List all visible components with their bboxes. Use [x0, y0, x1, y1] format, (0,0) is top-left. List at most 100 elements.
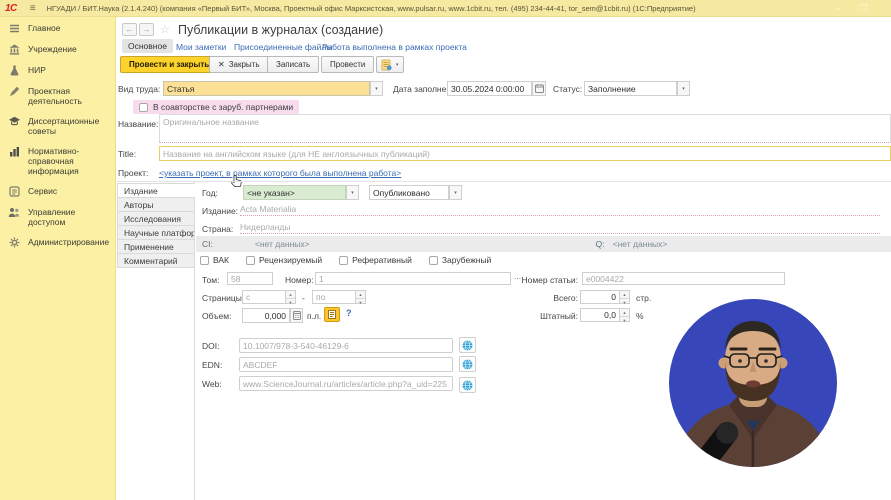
- presenter-portrait: [669, 299, 837, 467]
- web-globe-icon[interactable]: [459, 377, 476, 393]
- tab-my-notes[interactable]: Мои заметки: [176, 42, 226, 52]
- flag-vak: ВАК: [200, 255, 229, 265]
- staff-spinner[interactable]: ▲ ▼: [620, 308, 630, 323]
- users-icon: [8, 206, 20, 218]
- page-title: Публикации в журналах (создание): [178, 23, 384, 37]
- sidebar-item-administration[interactable]: Администрирование: [0, 231, 115, 252]
- total-spinner[interactable]: ▲ ▼: [620, 290, 630, 305]
- vak-checkbox[interactable]: [200, 255, 209, 265]
- project-link[interactable]: <указать проект, в рамках которого была …: [159, 168, 401, 178]
- calculator-icon[interactable]: [290, 308, 303, 323]
- work-type-field[interactable]: Статья: [163, 81, 370, 96]
- status-field[interactable]: Заполнение: [584, 81, 677, 96]
- coauthor-checkbox[interactable]: [139, 102, 148, 112]
- print-menu-button[interactable]: ▾: [376, 56, 404, 73]
- 1c-logo: 1С: [5, 2, 17, 14]
- tab-main[interactable]: Основное: [122, 39, 173, 53]
- subtab-authors[interactable]: Авторы: [117, 197, 195, 212]
- abstracted-checkbox[interactable]: [339, 255, 349, 265]
- doi-input[interactable]: 10.1007/978-3-540-46129-6: [239, 338, 453, 353]
- peer-reviewed-checkbox[interactable]: [246, 255, 256, 265]
- back-button[interactable]: ←: [122, 23, 137, 36]
- total-input[interactable]: 0: [580, 290, 620, 304]
- subtab-edition[interactable]: Издание: [117, 183, 195, 198]
- issue-input[interactable]: 1: [315, 272, 511, 285]
- work-type-dropdown-icon[interactable]: ▾: [370, 81, 383, 96]
- sidebar-item-nir[interactable]: НИР: [0, 59, 115, 80]
- graduation-cap-icon: [8, 115, 20, 127]
- ci-label: CI:: [202, 239, 213, 249]
- edn-label: EDN:: [202, 360, 223, 370]
- volume-suffix: п.л.: [307, 311, 322, 321]
- flag-abstracted: Реферативный: [339, 255, 412, 265]
- minimize-icon[interactable]: –: [836, 3, 841, 13]
- published-dropdown-icon[interactable]: ▾: [449, 185, 462, 200]
- sidebar-item-institution[interactable]: Учреждение: [0, 38, 115, 59]
- ci-value: <нет данных>: [254, 239, 310, 249]
- webcam-overlay: [669, 299, 837, 467]
- sidebar-item-reference-info[interactable]: Нормативно-справочная информация: [0, 140, 115, 180]
- dropdown-icon: ▾: [396, 61, 399, 68]
- pages-dash: -: [302, 293, 305, 303]
- published-field[interactable]: Опубликовано: [369, 185, 449, 200]
- fill-date-field[interactable]: 30.05.2024 0:00:00: [447, 81, 532, 96]
- work-type-label: Вид труда:: [118, 84, 161, 94]
- sidebar-item-service[interactable]: Сервис: [0, 180, 115, 201]
- mouse-cursor: [231, 174, 242, 192]
- gear-icon: [8, 236, 20, 248]
- pages-from-spinner[interactable]: ▲ ▼: [286, 290, 296, 305]
- post-and-close-button[interactable]: Провести и закрыть: [120, 56, 219, 73]
- recalculate-button[interactable]: [324, 307, 340, 322]
- year-field[interactable]: <не указан>: [243, 185, 346, 200]
- status-dropdown-icon[interactable]: ▾: [677, 81, 690, 96]
- title-en-input[interactable]: Название на английском языке (для НЕ анг…: [159, 146, 891, 161]
- tab-attached-files[interactable]: Присоединенные файлы: [234, 42, 332, 52]
- sidebar-item-main[interactable]: Главное: [0, 17, 115, 38]
- pages-label: Страницы:: [202, 293, 245, 303]
- tab-work-within-project[interactable]: Работа выполнена в рамках проекта: [322, 42, 467, 52]
- flag-peer-reviewed: Рецензируемый: [246, 255, 322, 265]
- web-input[interactable]: www.ScienceJournal.ru/articles/article.p…: [239, 376, 453, 391]
- edn-globe-icon[interactable]: [459, 356, 476, 372]
- pages-to-spinner[interactable]: ▲ ▼: [356, 290, 366, 305]
- forward-button[interactable]: →: [139, 23, 154, 36]
- edn-input[interactable]: ABCDEF: [239, 357, 453, 372]
- year-dropdown-icon[interactable]: ▾: [346, 185, 359, 200]
- pages-to-input[interactable]: по: [312, 290, 356, 304]
- window-title: НГУАДИ / БИТ.Наука (2.1.4.240) (компания…: [46, 3, 696, 13]
- write-button[interactable]: Записать: [267, 56, 320, 73]
- article-no-input[interactable]: e0004422: [582, 272, 785, 285]
- sidebar-item-project-activity[interactable]: Проектная деятельность: [0, 80, 115, 110]
- total-suffix: стр.: [636, 293, 652, 303]
- pages-from-input[interactable]: с: [242, 290, 286, 304]
- doi-globe-icon[interactable]: [459, 337, 476, 353]
- building-icon: [8, 43, 20, 55]
- volume-help-link[interactable]: ?: [346, 308, 352, 318]
- favorite-star-icon[interactable]: ☆: [160, 23, 170, 36]
- coauthor-chip: В соавторстве с заруб. партнерами: [133, 100, 300, 114]
- volume-input[interactable]: 0,000: [242, 308, 290, 323]
- subtab-science-platforms[interactable]: Научные платформы: [117, 225, 195, 240]
- sidebar-item-dissertation-councils[interactable]: Диссертационные советы: [0, 110, 115, 140]
- staff-input[interactable]: 0,0: [580, 308, 620, 322]
- post-button[interactable]: Провести: [321, 56, 375, 73]
- journal-input[interactable]: Acta Materialia: [240, 203, 880, 216]
- name-input[interactable]: Оригинальное название: [159, 114, 891, 143]
- web-label: Web:: [202, 379, 222, 389]
- dart-icon: [8, 85, 20, 97]
- volume-no-input[interactable]: 58: [227, 272, 273, 285]
- main-menu-icon[interactable]: ≡: [30, 3, 36, 14]
- restore-icon[interactable]: ❐: [860, 3, 868, 13]
- calendar-icon[interactable]: [532, 81, 546, 96]
- subtab-research[interactable]: Исследования: [117, 211, 195, 226]
- subtab-application[interactable]: Применение: [117, 239, 195, 254]
- name-label: Название:: [118, 119, 159, 129]
- article-no-label: Номер статьи:: [521, 275, 578, 285]
- volume-no-label: Том:: [202, 275, 220, 285]
- sidebar-item-access-control[interactable]: Управление доступом: [0, 201, 115, 231]
- foreign-checkbox[interactable]: [428, 255, 438, 265]
- q-value: <нет данных>: [612, 239, 668, 249]
- close-button[interactable]: ✕ Закрыть: [209, 56, 269, 73]
- country-input[interactable]: Нидерланды: [240, 221, 880, 234]
- subtab-comment[interactable]: Комментарий: [117, 253, 195, 268]
